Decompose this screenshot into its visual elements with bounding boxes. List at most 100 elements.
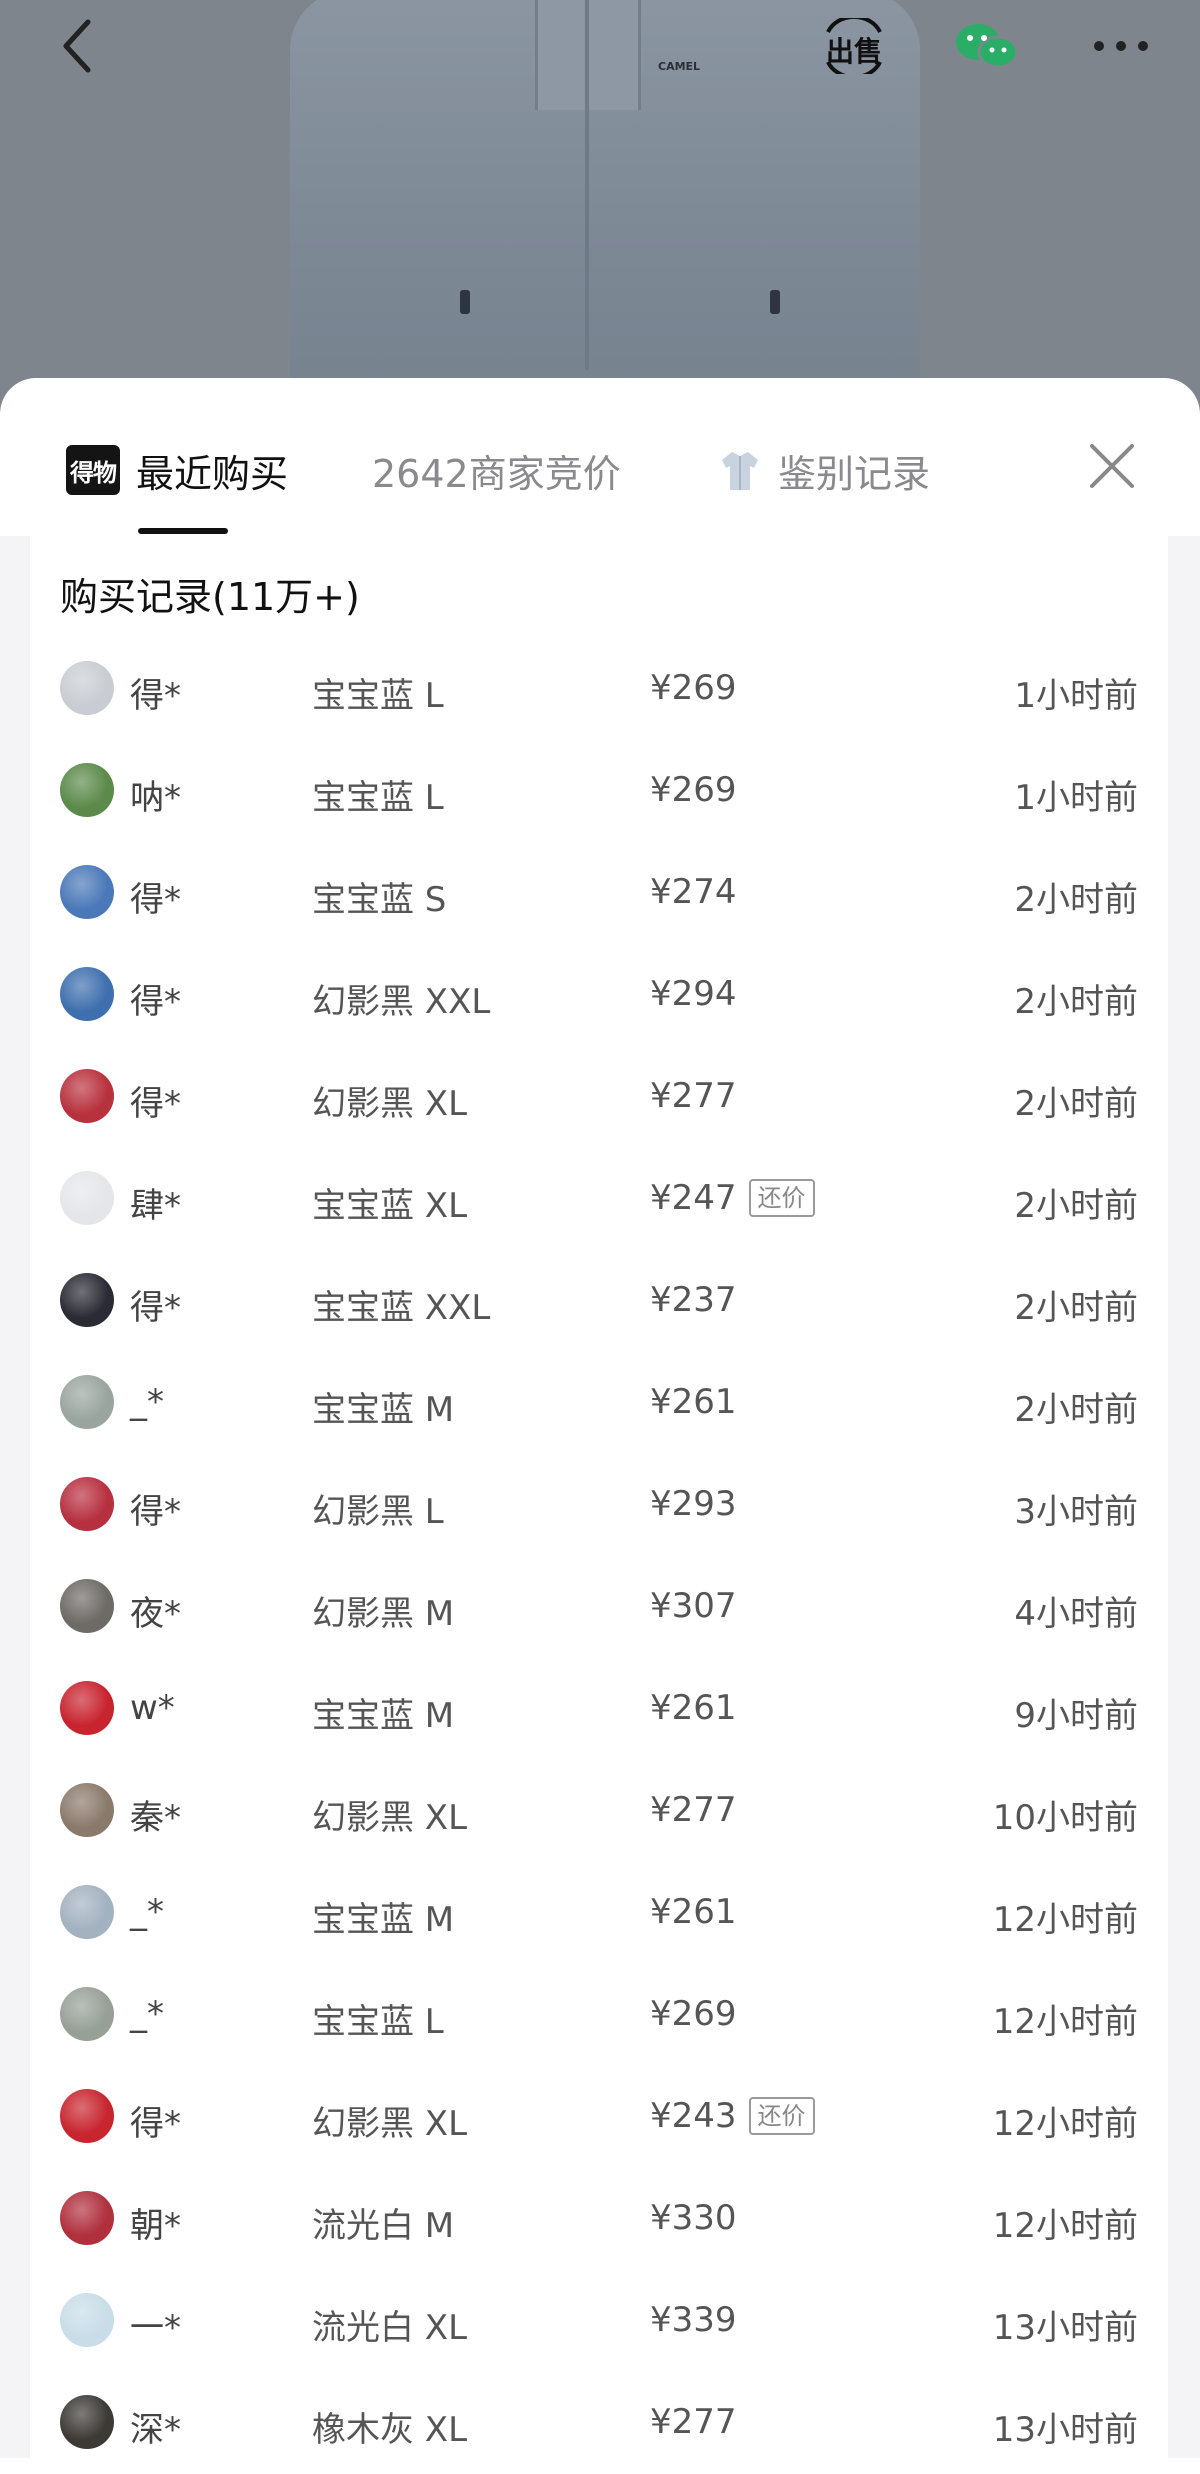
price: ¥277	[650, 2402, 737, 2442]
avatar[interactable]	[60, 2089, 114, 2143]
avatar[interactable]	[60, 967, 114, 1021]
sku-spec: 幻影黑 XL	[312, 1798, 468, 1838]
tab-label: 鉴别记录	[778, 451, 931, 496]
sku-spec: 幻影黑 XXL	[312, 982, 491, 1022]
tab-authentication-records[interactable]: 鉴别记录	[720, 440, 930, 500]
price-cell: ¥247 还价	[650, 1178, 815, 1218]
avatar[interactable]	[60, 2293, 114, 2347]
avatar[interactable]	[60, 865, 114, 919]
purchase-time: 12小时前	[992, 2206, 1138, 2246]
avatar[interactable]	[60, 2395, 114, 2449]
buyer-name: 得*	[130, 880, 181, 920]
avatar[interactable]	[60, 1783, 114, 1837]
price: ¥261	[650, 1688, 737, 1728]
price-cell: ¥261	[650, 1892, 737, 1932]
price-cell: ¥277	[650, 1790, 737, 1830]
buyer-name: _*	[130, 1994, 164, 2034]
price: ¥293	[650, 1484, 737, 1524]
price-cell: ¥274	[650, 872, 737, 912]
price: ¥243	[650, 2096, 737, 2136]
avatar[interactable]	[60, 1171, 114, 1225]
sku-spec: 宝宝蓝 S	[312, 880, 447, 920]
price: ¥261	[650, 1382, 737, 1422]
avatar[interactable]	[60, 1579, 114, 1633]
purchase-time: 3小时前	[1014, 1492, 1138, 1532]
table-row: 夜* 幻影黑 M ¥307 4小时前	[30, 1556, 1168, 1658]
jacket-zipper	[585, 0, 589, 370]
avatar[interactable]	[60, 1069, 114, 1123]
sku-spec: 宝宝蓝 L	[312, 2002, 444, 2042]
avatar[interactable]	[60, 1375, 114, 1429]
avatar[interactable]	[60, 763, 114, 817]
purchase-time: 2小时前	[1014, 1390, 1138, 1430]
price-cell: ¥269	[650, 1994, 737, 2034]
dewu-logo-icon: 得物	[66, 445, 120, 495]
buyer-name: _*	[130, 1382, 164, 1422]
jacket-icon	[722, 452, 758, 490]
price-cell: ¥339	[650, 2300, 737, 2340]
purchase-time: 9小时前	[1014, 1696, 1138, 1736]
records-sheet: 得物 最近购买 2642商家竞价 鉴别记录 购买记录(11万+) 得* 宝宝蓝 L…	[0, 378, 1200, 2458]
price-cell: ¥277	[650, 1076, 737, 1116]
price-cell: ¥294	[650, 974, 737, 1014]
buyer-name: 深*	[130, 2410, 181, 2450]
avatar[interactable]	[60, 1273, 114, 1327]
sell-label: 出售	[826, 35, 883, 68]
back-button[interactable]	[50, 18, 106, 74]
table-row: 深* 橡木灰 XL ¥277 13小时前	[30, 2372, 1168, 2474]
price: ¥339	[650, 2300, 737, 2340]
price-cell: ¥261	[650, 1382, 737, 1422]
avatar[interactable]	[60, 1987, 114, 2041]
price-cell: ¥261	[650, 1688, 737, 1728]
avatar[interactable]	[60, 2191, 114, 2245]
buyer-name: 得*	[130, 1084, 181, 1124]
purchase-time: 12小时前	[992, 1900, 1138, 1940]
close-icon[interactable]	[1082, 436, 1142, 496]
chevron-left-icon	[63, 19, 91, 73]
sku-spec: 宝宝蓝 M	[312, 1390, 455, 1430]
sell-button[interactable]: 出售	[818, 18, 892, 74]
table-row: 呐* 宝宝蓝 L ¥269 1小时前	[30, 740, 1168, 842]
tab-merchant-bids[interactable]: 2642商家竞价	[372, 440, 621, 500]
more-dots-icon	[1094, 41, 1148, 51]
price-cell: ¥277	[650, 2402, 737, 2442]
avatar[interactable]	[60, 1477, 114, 1531]
buyer-name: 得*	[130, 982, 181, 1022]
buyer-name: 朝*	[130, 2206, 181, 2246]
price-cell: ¥330	[650, 2198, 737, 2238]
avatar[interactable]	[60, 1885, 114, 1939]
buyer-name: 秦*	[130, 1798, 181, 1838]
price: ¥269	[650, 668, 737, 708]
table-row: 一* 流光白 XL ¥339 13小时前	[30, 2270, 1168, 2372]
price: ¥277	[650, 1790, 737, 1830]
table-row: 朝* 流光白 M ¥330 12小时前	[30, 2168, 1168, 2270]
table-row: 肆* 宝宝蓝 XL ¥247 还价 2小时前	[30, 1148, 1168, 1250]
buyer-name: 得*	[130, 1492, 181, 1532]
avatar[interactable]	[60, 1681, 114, 1735]
buyer-name: 夜*	[130, 1594, 181, 1634]
sku-spec: 宝宝蓝 L	[312, 676, 444, 716]
sku-spec: 宝宝蓝 XXL	[312, 1288, 491, 1328]
active-tab-indicator	[138, 528, 228, 534]
buyer-name: 得*	[130, 1288, 181, 1328]
price-cell: ¥237	[650, 1280, 737, 1320]
price: ¥294	[650, 974, 737, 1014]
share-wechat-button[interactable]	[950, 18, 1024, 74]
table-row: 得* 幻影黑 XL ¥277 2小时前	[30, 1046, 1168, 1148]
buyer-name: 得*	[130, 2104, 181, 2144]
sku-spec: 宝宝蓝 M	[312, 1900, 455, 1940]
tab-recent-purchases[interactable]: 得物 最近购买	[66, 440, 288, 500]
more-button[interactable]	[1084, 18, 1158, 74]
tab-label: 2642商家竞价	[372, 451, 621, 496]
jacket-pocket-left	[460, 290, 470, 314]
buyer-name: 肆*	[130, 1186, 181, 1226]
records-list: 得* 宝宝蓝 L ¥269 1小时前 呐* 宝宝蓝 L ¥269 1小时前 得* 宝宝蓝 S ¥27…	[30, 638, 1168, 2474]
sku-spec: 幻影黑 XL	[312, 1084, 468, 1124]
brand-logo: CAMEL	[658, 60, 701, 73]
table-row: _* 宝宝蓝 L ¥269 12小时前	[30, 1964, 1168, 2066]
table-row: w* 宝宝蓝 M ¥261 9小时前	[30, 1658, 1168, 1760]
price: ¥330	[650, 2198, 737, 2238]
avatar[interactable]	[60, 661, 114, 715]
buyer-name: 呐*	[130, 778, 181, 818]
buyer-name: _*	[130, 1892, 164, 1932]
